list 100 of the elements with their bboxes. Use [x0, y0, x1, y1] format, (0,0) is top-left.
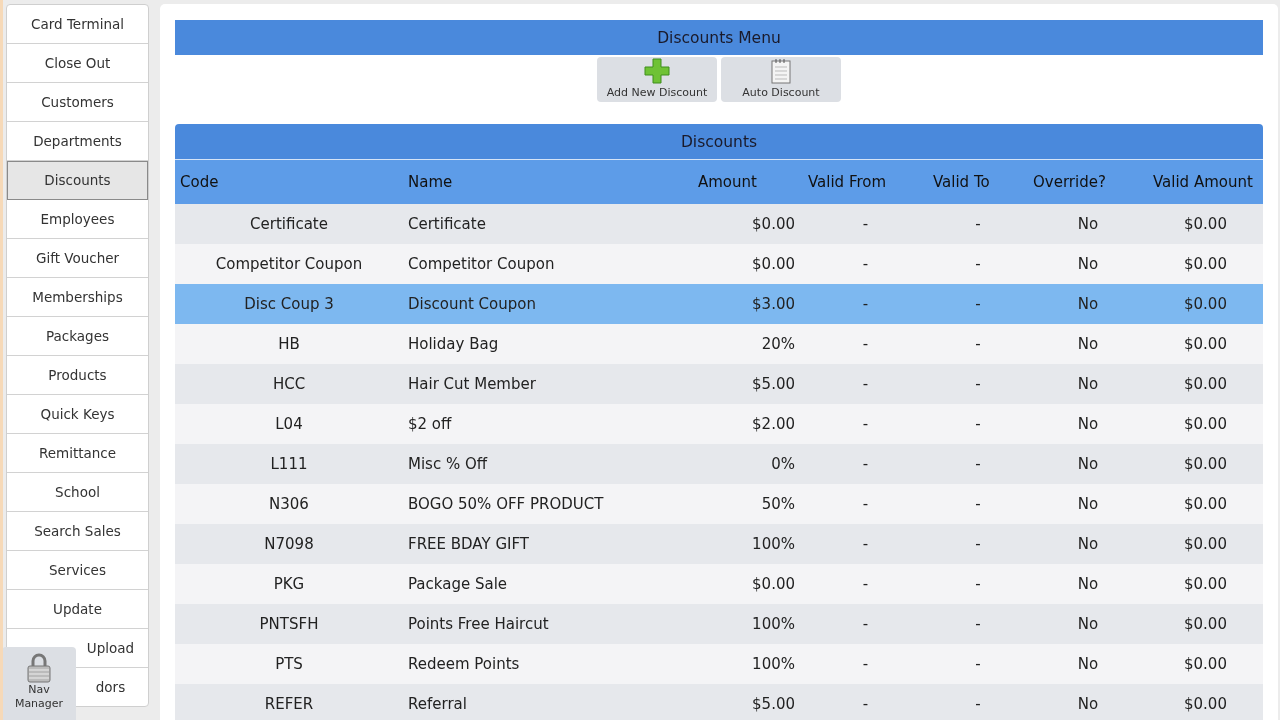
table-cell-text: Misc % Off: [407, 455, 489, 473]
table-cell-text: -: [861, 255, 870, 273]
table-cell-text: -: [974, 255, 982, 273]
sidebar-item[interactable]: Close Out: [7, 44, 148, 83]
table-row[interactable]: PTS Redeem Points 100% - - No $0.00: [175, 644, 1263, 684]
nav-manager-button[interactable]: Nav Manager: [3, 647, 76, 720]
column-header: Valid To: [932, 172, 991, 193]
table-cell-text: 0%: [770, 455, 796, 473]
table-cell-text: No: [1076, 495, 1100, 513]
add-button[interactable]: Add New Discount: [597, 57, 717, 102]
table-cell-text: Referral: [407, 695, 468, 713]
table-row[interactable]: Certificate Certificate $0.00 - - No $0.00: [175, 204, 1263, 244]
table-cell-text: -: [861, 695, 870, 713]
table-cell-text: 50%: [760, 495, 796, 513]
table-cell-text: $0.00: [1183, 575, 1228, 593]
table-cell-text: 100%: [751, 655, 796, 673]
table-cell-text: No: [1076, 695, 1100, 713]
table-cell-text: -: [861, 535, 870, 553]
table-cell-text: $0.00: [1183, 695, 1228, 713]
table-row[interactable]: Competitor Coupon Competitor Coupon $0.00 - - No $0.00: [175, 244, 1263, 284]
sidebar-item[interactable]: Services: [7, 551, 148, 590]
sidebar-item[interactable]: Packages: [7, 317, 148, 356]
table-cell-text: PTS: [274, 655, 304, 673]
sidebar-item[interactable]: Discounts: [7, 161, 148, 200]
table-row[interactable]: HCC Hair Cut Member $5.00 - - No $0.00: [175, 364, 1263, 404]
table-cell-text: Package Sale: [407, 575, 509, 593]
table-cell-text: Hair Cut Member: [407, 375, 537, 393]
table-cell-text: FREE BDAY GIFT: [407, 535, 530, 553]
table-cell-text: $0.00: [1183, 415, 1228, 433]
table-cell-text: BOGO 50% OFF PRODUCT: [407, 495, 605, 513]
table-row[interactable]: HB Holiday Bag 20% - - No $0.00: [175, 324, 1263, 364]
column-header: Code: [179, 172, 220, 193]
table-cell-text: -: [861, 215, 870, 233]
table-cell-text: L111: [269, 455, 309, 473]
sidebar-item[interactable]: Employees: [7, 200, 148, 239]
table-cell-text: Certificate: [407, 215, 487, 233]
column-header: Valid From: [807, 172, 888, 193]
table-cell-text: $2.00: [751, 415, 796, 433]
table-row[interactable]: N7098 FREE BDAY GIFT 100% - - No $0.00: [175, 524, 1263, 564]
sidebar-item[interactable]: Update: [7, 590, 148, 629]
sidebar-item[interactable]: dors: [73, 668, 148, 706]
padlock-icon: [26, 653, 52, 683]
table-cell-text: 100%: [751, 615, 796, 633]
plus-icon: [644, 58, 670, 84]
table-cell-text: -: [974, 615, 982, 633]
table-cell-text: -: [974, 655, 982, 673]
column-header: Override?: [1032, 172, 1107, 193]
table-cell-text: -: [861, 655, 870, 673]
table-cell-text: HCC: [271, 375, 307, 393]
table-cell-text: $0.00: [751, 575, 796, 593]
table-cell-text: $0.00: [1183, 455, 1228, 473]
table-cell-text: $0.00: [1183, 495, 1228, 513]
table-row[interactable]: Disc Coup 3 Discount Coupon $3.00 - - No $0.00: [175, 284, 1263, 324]
table-cell-text: N306: [268, 495, 310, 513]
table-cell-text: $0.00: [1183, 335, 1228, 353]
table-cell-text: -: [974, 455, 982, 473]
column-header: Valid Amount: [1152, 172, 1254, 193]
sidebar-item[interactable]: School: [7, 473, 148, 512]
sidebar-item[interactable]: Gift Voucher: [7, 239, 148, 278]
sidebar-item[interactable]: Products: [7, 356, 148, 395]
table-cell-text: -: [861, 295, 870, 313]
table-cell-text: No: [1076, 615, 1100, 633]
table-cell-text: $2 off: [407, 415, 453, 433]
menu-title: Discounts Menu: [175, 20, 1263, 55]
sidebar-item[interactable]: Memberships: [7, 278, 148, 317]
table-cell-text: No: [1076, 215, 1100, 233]
table-row[interactable]: L04 $2 off $2.00 - - No $0.00: [175, 404, 1263, 444]
table-cell-text: N7098: [263, 535, 315, 553]
sidebar-item[interactable]: Remittance: [7, 434, 148, 473]
table-row[interactable]: N306 BOGO 50% OFF PRODUCT 50% - - No $0.00: [175, 484, 1263, 524]
table-row[interactable]: REFER Referral $5.00 - - No $0.00: [175, 684, 1263, 720]
table-row[interactable]: L111 Misc % Off 0% - - No $0.00: [175, 444, 1263, 484]
table-cell-text: Competitor Coupon: [214, 255, 364, 273]
table-cell-text: $0.00: [751, 215, 796, 233]
table-cell-text: L04: [274, 415, 304, 433]
table-cell-text: Discount Coupon: [407, 295, 537, 313]
table-row[interactable]: PKG Package Sale $0.00 - - No $0.00: [175, 564, 1263, 604]
auto-discount-button[interactable]: Auto Discount: [721, 57, 841, 102]
table-cell-text: 100%: [751, 535, 796, 553]
column-header: Name: [407, 172, 454, 193]
table-cell-text: Redeem Points: [407, 655, 521, 673]
table-cell-text: -: [861, 615, 870, 633]
sidebar-item[interactable]: Card Terminal: [7, 5, 148, 44]
sidebar-item[interactable]: Search Sales: [7, 512, 148, 551]
sidebar-item[interactable]: Customers: [7, 83, 148, 122]
sidebar-item[interactable]: Quick Keys: [7, 395, 148, 434]
table-cell-text: -: [974, 495, 982, 513]
table-cell-text: 20%: [760, 335, 796, 353]
table-cell-text: $0.00: [1183, 535, 1228, 553]
table-cell-text: No: [1076, 255, 1100, 273]
table-cell-text: PNTSFH: [258, 615, 320, 633]
table-cell-text: No: [1076, 335, 1100, 353]
table-cell-text: No: [1076, 535, 1100, 553]
table-row[interactable]: PNTSFH Points Free Haircut 100% - - No $0.00: [175, 604, 1263, 644]
table-cell-text: -: [974, 295, 982, 313]
table-cell-text: REFER: [263, 695, 315, 713]
table-cell-text: -: [974, 415, 982, 433]
table-cell-text: -: [861, 335, 870, 353]
table-cell-text: No: [1076, 575, 1100, 593]
table-cell-text: No: [1076, 415, 1100, 433]
